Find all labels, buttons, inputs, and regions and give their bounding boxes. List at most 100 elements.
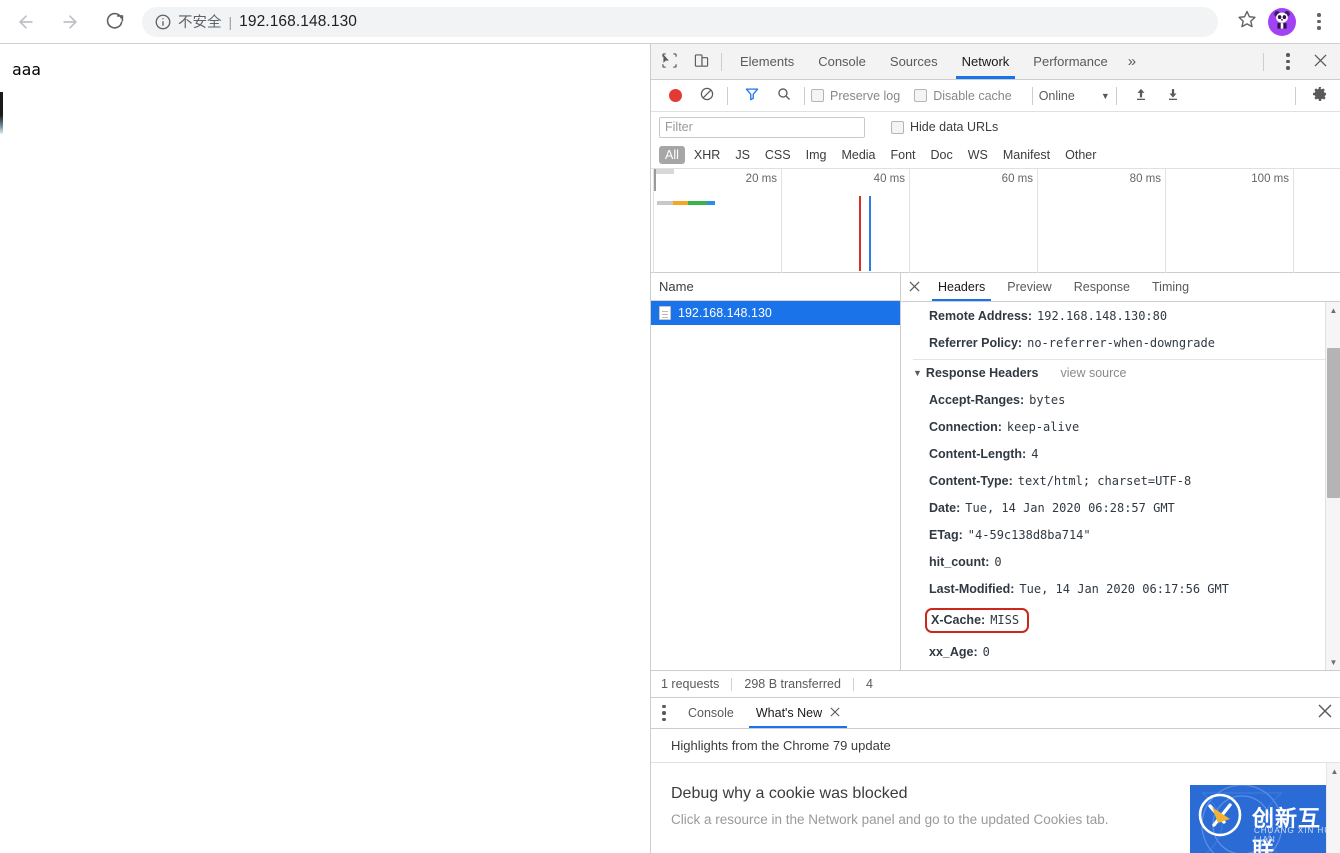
clear-button[interactable] xyxy=(693,82,721,110)
overview-dcl-event-line xyxy=(859,196,861,271)
devtools-close-button[interactable] xyxy=(1306,48,1334,76)
filter-row: Hide data URLs xyxy=(651,112,1340,142)
net-toolbar-divider-5 xyxy=(1295,86,1296,105)
overview-request-bar xyxy=(657,201,715,205)
tab-elements[interactable]: Elements xyxy=(728,44,806,79)
type-chip-manifest[interactable]: Manifest xyxy=(997,146,1056,164)
disable-cache-checkbox[interactable]: Disable cache xyxy=(914,89,1012,103)
status-transferred: 298 B transferred xyxy=(744,677,841,691)
type-chip-other[interactable]: Other xyxy=(1059,146,1102,164)
export-har-button[interactable] xyxy=(1159,82,1187,110)
device-toolbar-icon xyxy=(694,53,709,71)
inspect-element-button[interactable] xyxy=(655,48,683,76)
tab-sources[interactable]: Sources xyxy=(878,44,950,79)
type-chip-doc[interactable]: Doc xyxy=(925,146,959,164)
chevron-double-right-icon: » xyxy=(1127,53,1137,70)
record-button[interactable] xyxy=(661,82,689,110)
request-list: Name 192.168.148.130 xyxy=(651,273,901,670)
status-resources: 4 xyxy=(865,677,873,691)
network-split: Name 192.168.148.130 Headers Preview Res… xyxy=(651,273,1340,670)
url-text[interactable]: 192.168.148.130 xyxy=(239,13,357,31)
bookmark-button[interactable] xyxy=(1230,5,1264,39)
type-chip-all[interactable]: All xyxy=(659,146,685,164)
header-row-last-modified: Last-Modified: Tue, 14 Jan 2020 06:17:56… xyxy=(913,575,1340,602)
header-row-connection: Connection: keep-alive xyxy=(913,413,1340,440)
devtools-main-area: Elements Console Sources Network Perform… xyxy=(651,44,1340,697)
view-source-link[interactable]: view source xyxy=(1060,366,1126,380)
type-chip-ws[interactable]: WS xyxy=(962,146,994,164)
drawer-tab-console[interactable]: Console xyxy=(677,698,745,728)
tab-performance[interactable]: Performance xyxy=(1021,44,1119,79)
details-tab-timing[interactable]: Timing xyxy=(1141,273,1200,301)
drawer-tab-whats-new[interactable]: What's New xyxy=(745,698,851,728)
scroll-up-arrow[interactable]: ▲ xyxy=(1326,302,1340,318)
type-chip-js[interactable]: JS xyxy=(729,146,756,164)
avatar[interactable] xyxy=(1268,7,1296,36)
devtools-panel: Elements Console Sources Network Perform… xyxy=(650,44,1340,853)
preserve-log-checkbox[interactable]: Preserve log xyxy=(811,89,900,103)
filter-toggle-button[interactable] xyxy=(738,82,766,110)
header-row-date: Date: Tue, 14 Jan 2020 06:28:57 GMT xyxy=(913,494,1340,521)
scrollbar-thumb[interactable] xyxy=(1327,348,1340,498)
column-header-name[interactable]: Name xyxy=(651,273,900,301)
scroll-up-arrow[interactable]: ▲ xyxy=(1327,763,1340,779)
details-tab-headers[interactable]: Headers xyxy=(927,273,996,301)
hide-data-urls-checkbox[interactable]: Hide data URLs xyxy=(891,120,998,134)
header-value: keep-alive xyxy=(1006,419,1080,434)
x-cache-highlight-annotation: X-Cache: MISS xyxy=(925,607,1030,633)
omnibox[interactable]: 不安全 | 192.168.148.130 xyxy=(142,6,1218,37)
headers-scrollbar[interactable]: ▲ ▼ xyxy=(1325,302,1340,670)
type-chip-img[interactable]: Img xyxy=(800,146,833,164)
tab-network[interactable]: Network xyxy=(950,44,1022,79)
more-tabs-button[interactable]: » xyxy=(1120,53,1144,70)
record-stop-icon xyxy=(668,89,682,102)
search-button[interactable] xyxy=(770,82,798,110)
network-settings-button[interactable] xyxy=(1306,82,1334,110)
omnibox-separator: | xyxy=(228,13,233,30)
throttling-select[interactable]: Online ▼ xyxy=(1039,89,1110,103)
header-key: Accept-Ranges: xyxy=(929,392,1025,407)
preserve-log-label: Preserve log xyxy=(830,88,901,103)
tab-console[interactable]: Console xyxy=(806,44,878,79)
table-row[interactable]: 192.168.148.130 xyxy=(651,301,900,325)
type-chip-font[interactable]: Font xyxy=(885,146,922,164)
viewport-edge-artifact xyxy=(0,92,3,134)
type-chip-media[interactable]: Media xyxy=(835,146,881,164)
details-close-button[interactable] xyxy=(901,280,927,295)
star-icon xyxy=(1237,9,1257,34)
details-tab-response[interactable]: Response xyxy=(1063,273,1141,301)
drawer-close-button[interactable] xyxy=(1310,704,1340,722)
close-icon[interactable] xyxy=(830,698,840,728)
whats-new-scrollbar[interactable]: ▲ xyxy=(1326,763,1340,853)
import-har-button[interactable] xyxy=(1127,82,1155,110)
details-tab-preview[interactable]: Preview xyxy=(996,273,1062,301)
scroll-down-arrow[interactable]: ▼ xyxy=(1326,654,1340,670)
forward-button[interactable] xyxy=(52,4,88,40)
devtools-menu-button[interactable] xyxy=(1274,48,1302,76)
network-overview-timeline[interactable]: 20 ms 40 ms 60 ms 80 ms 100 ms xyxy=(651,169,1340,273)
header-row-x-cache: X-Cache: MISS xyxy=(913,602,1340,638)
net-toolbar-divider-2 xyxy=(804,86,805,105)
overview-tick-60ms: 60 ms xyxy=(1002,169,1038,273)
panda-avatar-icon xyxy=(1271,8,1293,35)
response-headers-group[interactable]: ▼ Response Headers view source xyxy=(913,360,1340,386)
type-chip-css[interactable]: CSS xyxy=(759,146,797,164)
headers-content[interactable]: Remote Address: 192.168.148.130:80 Refer… xyxy=(901,302,1340,670)
filter-input[interactable] xyxy=(659,116,865,138)
header-row-accept-ranges: Accept-Ranges: bytes xyxy=(913,386,1340,413)
net-toolbar-divider-3 xyxy=(1031,86,1033,105)
page-viewport: aaa xyxy=(0,44,650,853)
device-toolbar-button[interactable] xyxy=(687,48,715,76)
whats-new-heading: Highlights from the Chrome 79 update xyxy=(651,729,1340,763)
back-button[interactable] xyxy=(8,4,44,40)
watermark-logo: 创新互联 CHUANG XIN HU LIAN xyxy=(1190,785,1340,853)
reload-button[interactable] xyxy=(96,4,132,40)
site-info-icon[interactable] xyxy=(154,13,172,31)
header-value: MISS xyxy=(990,612,1020,627)
type-chip-xhr[interactable]: XHR xyxy=(688,146,726,164)
whats-new-item-description: Click a resource in the Network panel an… xyxy=(671,812,1109,827)
drawer-menu-button[interactable] xyxy=(651,703,677,723)
request-list-body[interactable]: 192.168.148.130 xyxy=(651,301,900,670)
browser-menu-button[interactable] xyxy=(1304,5,1334,39)
header-row-hit-count: hit_count: 0 xyxy=(913,548,1340,575)
